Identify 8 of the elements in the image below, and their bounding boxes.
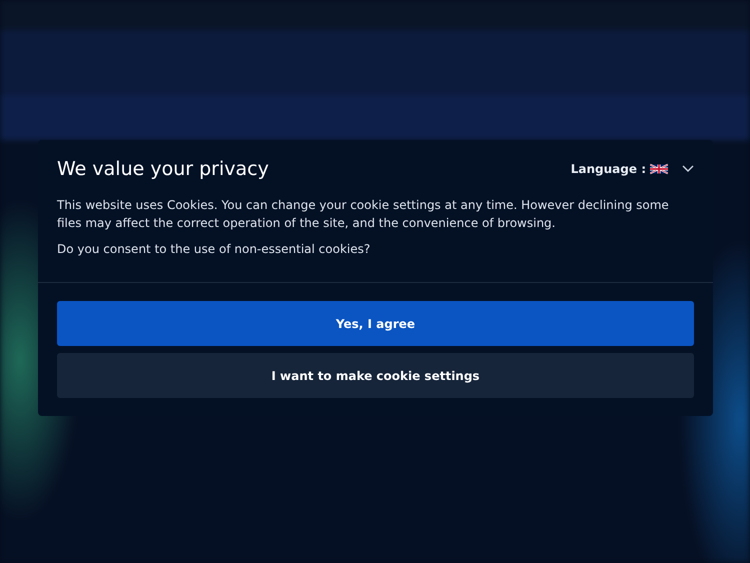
flag-icon bbox=[650, 164, 668, 174]
dialog-text: This website uses Cookies. You can change your cookie settings at any time. However declining some files may affect the correct operation of the site, and the convenience of browsing. bbox=[57, 197, 670, 232]
chevron-icon bbox=[682, 165, 694, 173]
dialog-title: We value your privacy bbox=[57, 158, 269, 180]
agree-button[interactable]: Yes, I agree bbox=[57, 301, 694, 346]
dialog-text: Do you consent to the use of non-essential cookies? bbox=[57, 241, 372, 258]
cookie-settings-button[interactable]: I want to make cookie settings bbox=[57, 353, 694, 398]
language-selector[interactable]: Language : bbox=[570, 162, 694, 176]
